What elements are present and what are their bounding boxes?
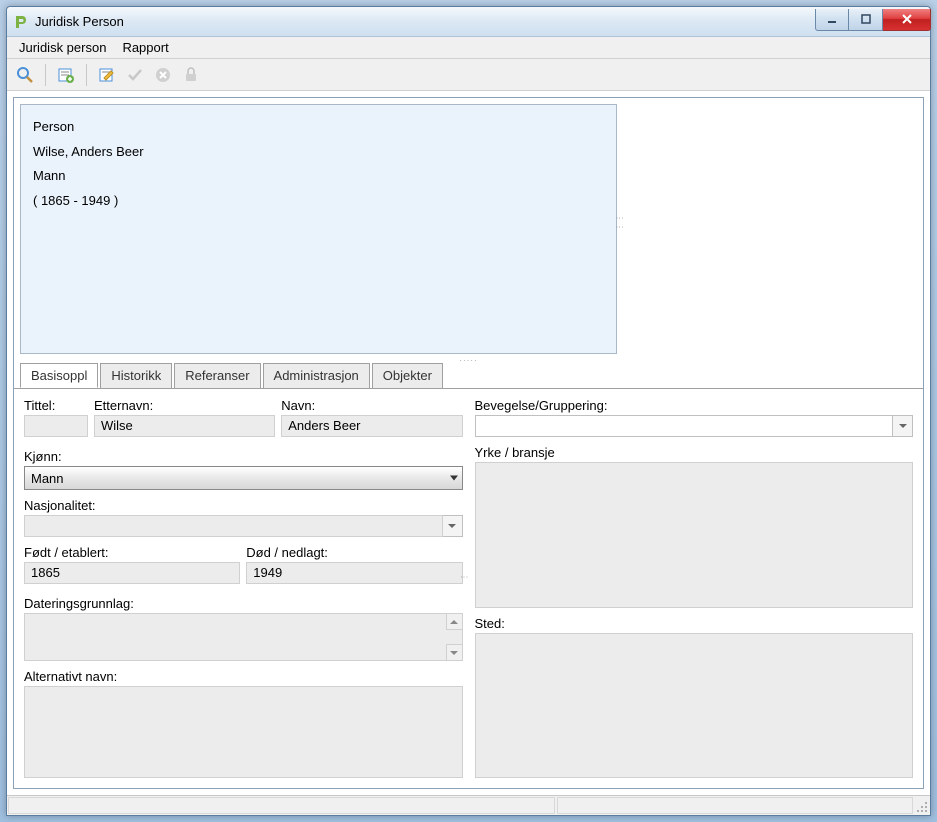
nasjonalitet-field[interactable] (24, 515, 443, 537)
summary-panel[interactable]: Person Wilse, Anders Beer Mann ( 1865 - … (20, 104, 617, 354)
nasjonalitet-dropdown-button[interactable] (443, 515, 463, 537)
top-split: Person Wilse, Anders Beer Mann ( 1865 - … (14, 98, 923, 356)
tab-basisoppl[interactable]: Basisoppl (20, 363, 98, 388)
navn-field[interactable]: Anders Beer (281, 415, 462, 437)
lock-icon[interactable] (179, 63, 203, 87)
app-window: Juridisk Person Juridisk person Rapport (6, 6, 931, 816)
window-title: Juridisk Person (35, 14, 815, 29)
window-controls (815, 9, 931, 31)
tab-objekter[interactable]: Objekter (372, 363, 443, 388)
tabs: Basisoppl Historikk Referanser Administr… (14, 363, 923, 389)
bevegelse-dropdown-button[interactable] (893, 415, 913, 437)
bevegelse-field[interactable] (475, 415, 894, 437)
chevron-down-icon (450, 651, 458, 655)
minimize-button[interactable] (815, 9, 849, 31)
etternavn-field[interactable]: Wilse (94, 415, 275, 437)
status-cell-right (557, 797, 913, 814)
kjonn-value: Mann (31, 471, 64, 486)
fodt-field[interactable]: 1865 (24, 562, 240, 584)
scroll-up-button[interactable] (446, 614, 462, 630)
close-button[interactable] (883, 9, 931, 31)
tab-referanser[interactable]: Referanser (174, 363, 260, 388)
kjonn-label: Kjønn: (24, 449, 463, 464)
chevron-up-icon (450, 620, 458, 624)
check-icon[interactable] (123, 63, 147, 87)
sted-label: Sted: (475, 616, 914, 631)
summary-type: Person (33, 115, 604, 140)
summary-lifespan: ( 1865 - 1949 ) (33, 189, 604, 214)
chevron-down-icon (448, 524, 456, 528)
cancel-icon[interactable] (151, 63, 175, 87)
navn-label: Navn: (281, 398, 462, 413)
yrke-label: Yrke / bransje (475, 445, 914, 460)
edit-form-icon[interactable] (95, 63, 119, 87)
toolbar-separator (45, 64, 46, 86)
summary-gender: Mann (33, 164, 604, 189)
chevron-down-icon (899, 424, 907, 428)
alternativt-navn-label: Alternativt navn: (24, 669, 463, 684)
form-area: Tittel: Etternavn: Wilse Navn: Anders Be… (14, 388, 923, 788)
statusbar (7, 795, 930, 815)
dod-field[interactable]: 1949 (246, 562, 462, 584)
resize-grip-icon[interactable] (914, 796, 930, 815)
menubar: Juridisk person Rapport (7, 37, 930, 59)
dateringsgrunnlag-label: Dateringsgrunnlag: (24, 596, 463, 611)
dod-label: Død / nedlagt: (246, 545, 462, 560)
sted-field[interactable] (475, 633, 914, 779)
tittel-field[interactable] (24, 415, 88, 437)
form-left-column: Tittel: Etternavn: Wilse Navn: Anders Be… (24, 398, 463, 778)
nasjonalitet-label: Nasjonalitet: (24, 498, 463, 513)
tittel-label: Tittel: (24, 398, 88, 413)
yrke-field[interactable] (475, 462, 914, 608)
summary-name: Wilse, Anders Beer (33, 140, 604, 165)
nasjonalitet-combo[interactable] (24, 515, 463, 537)
app-icon (13, 14, 29, 30)
splitter-grip-icon: ⋮⋮ (615, 214, 624, 232)
dateringsgrunnlag-field[interactable] (24, 613, 463, 661)
content-area: Person Wilse, Anders Beer Mann ( 1865 - … (13, 97, 924, 789)
tab-historikk[interactable]: Historikk (100, 363, 172, 388)
kjonn-select[interactable]: Mann (24, 466, 463, 490)
new-form-icon[interactable] (54, 63, 78, 87)
horizontal-splitter[interactable]: ····· (14, 356, 923, 362)
alternativt-navn-field[interactable] (24, 686, 463, 778)
menu-juridisk-person[interactable]: Juridisk person (11, 38, 114, 57)
form-right-column: Bevegelse/Gruppering: Yrke / bransje Ste… (475, 398, 914, 778)
toolbar (7, 59, 930, 91)
side-panel (627, 104, 917, 354)
bevegelse-label: Bevegelse/Gruppering: (475, 398, 914, 413)
maximize-button[interactable] (849, 9, 883, 31)
search-icon[interactable] (13, 63, 37, 87)
bevegelse-combo[interactable] (475, 415, 914, 437)
titlebar[interactable]: Juridisk Person (7, 7, 930, 37)
splitter-grip-icon: ⋮ (460, 573, 469, 582)
toolbar-separator (86, 64, 87, 86)
vertical-splitter[interactable]: ⋮⋮ (619, 98, 625, 356)
scroll-down-button[interactable] (446, 644, 462, 660)
fodt-label: Født / etablert: (24, 545, 240, 560)
status-cell-left (8, 797, 555, 814)
tab-administrasjon[interactable]: Administrasjon (263, 363, 370, 388)
chevron-down-icon (450, 476, 458, 481)
menu-rapport[interactable]: Rapport (114, 38, 176, 57)
etternavn-label: Etternavn: (94, 398, 275, 413)
